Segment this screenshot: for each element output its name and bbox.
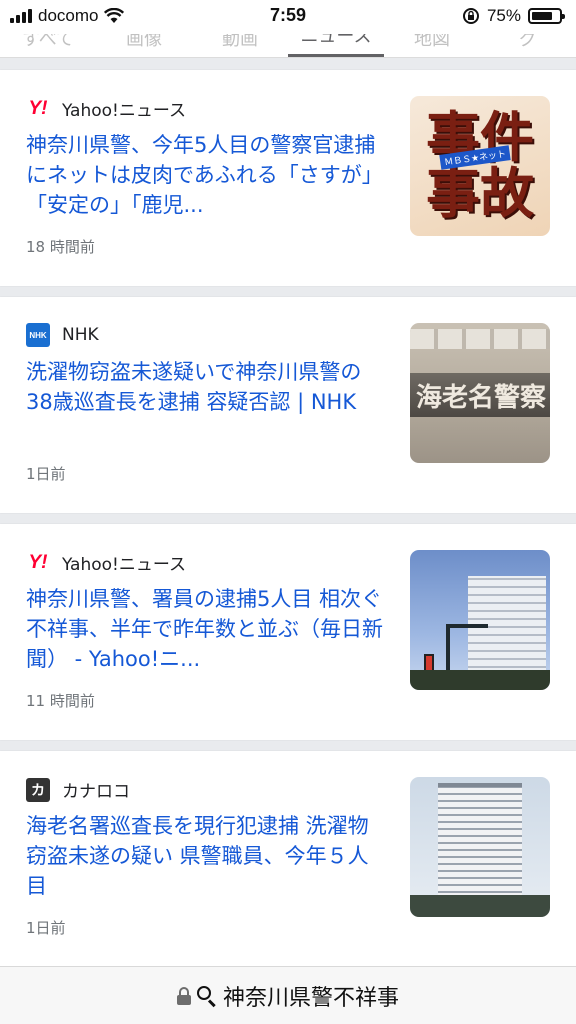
news-time: 1日前 xyxy=(26,919,66,937)
source-name: NHK xyxy=(62,325,99,345)
news-results: Y! Yahoo!ニュース 神奈川県警、今年5人目の警察官逮捕にネットは皮肉であ… xyxy=(0,70,576,978)
news-source: Y! Yahoo!ニュース xyxy=(26,550,187,576)
yahoo-logo-icon: Y! xyxy=(28,551,48,573)
news-thumbnail[interactable] xyxy=(410,777,550,917)
kanaloco-logo-icon: カ xyxy=(26,777,50,802)
news-source: カ カナロコ xyxy=(26,777,130,802)
news-time: 18 時間前 xyxy=(26,238,95,256)
address-bar[interactable]: 神奈川県警不祥事 xyxy=(0,966,576,1024)
source-name: Yahoo!ニュース xyxy=(62,101,187,121)
thumbnail-ceiling xyxy=(410,329,550,349)
search-query[interactable]: 神奈川県警不祥事 xyxy=(223,980,399,1012)
search-icon xyxy=(196,985,217,1007)
news-headline[interactable]: 海老名署巡査長を現行犯逮捕 洗濯物窃盗未遂の疑い 県警職員、今年５人目 xyxy=(26,811,388,901)
news-source: NHK NHK xyxy=(26,323,99,347)
news-time: 1日前 xyxy=(26,465,66,483)
battery-icon xyxy=(528,8,565,24)
news-thumbnail[interactable]: 事件 事故 ＭＢＳ★ネット xyxy=(410,96,550,236)
news-card[interactable]: Y! Yahoo!ニュース 神奈川県警、署員の逮捕5人目 相次ぐ不祥事、半年で昨… xyxy=(0,524,576,740)
thumbnail-building xyxy=(438,787,522,905)
thumbnail-trees xyxy=(410,895,550,917)
thumbnail-pole-arm xyxy=(446,624,488,628)
news-card[interactable]: Y! Yahoo!ニュース 神奈川県警、今年5人目の警察官逮捕にネットは皮肉であ… xyxy=(0,70,576,286)
news-thumbnail[interactable]: 海老名警察 xyxy=(410,323,550,463)
rotation-lock-icon xyxy=(462,8,479,24)
thumbnail-text: 事故 xyxy=(426,162,534,225)
thumbnail-text: 海老名警察 xyxy=(415,382,546,413)
news-headline[interactable]: 神奈川県警、署員の逮捕5人目 相次ぐ不祥事、半年で昨年数と並ぶ（毎日新聞） - … xyxy=(26,584,388,674)
news-headline[interactable]: 神奈川県警、今年5人目の警察官逮捕にネットは皮肉であふれる「さすが」「安定の」「… xyxy=(26,130,388,220)
status-right: 75% xyxy=(462,6,565,26)
news-headline[interactable]: 洗濯物窃盗未遂疑いで神奈川県警の38歳巡査長を逮捕 容疑否認 | NHK xyxy=(26,357,388,417)
news-card[interactable]: NHK NHK 洗濯物窃盗未遂疑いで神奈川県警の38歳巡査長を逮捕 容疑否認 |… xyxy=(0,297,576,513)
source-name: Yahoo!ニュース xyxy=(62,555,187,575)
thumbnail-trees xyxy=(410,670,550,690)
battery-percent: 75% xyxy=(486,6,521,25)
yahoo-logo-icon: Y! xyxy=(28,97,48,119)
source-name: カナロコ xyxy=(62,782,130,802)
news-card[interactable]: カ カナロコ 海老名署巡査長を現行犯逮捕 洗濯物窃盗未遂の疑い 県警職員、今年５… xyxy=(0,751,576,967)
news-thumbnail[interactable] xyxy=(410,550,550,690)
nhk-logo-icon: NHK xyxy=(26,323,50,347)
battery-fill xyxy=(532,12,552,20)
status-bar: docomo 7:59 75% xyxy=(0,0,576,34)
news-time: 11 時間前 xyxy=(26,692,95,710)
lock-icon xyxy=(176,986,191,1005)
news-source: Y! Yahoo!ニュース xyxy=(26,96,187,122)
thumbnail-sign: 海老名警察 xyxy=(410,373,550,417)
